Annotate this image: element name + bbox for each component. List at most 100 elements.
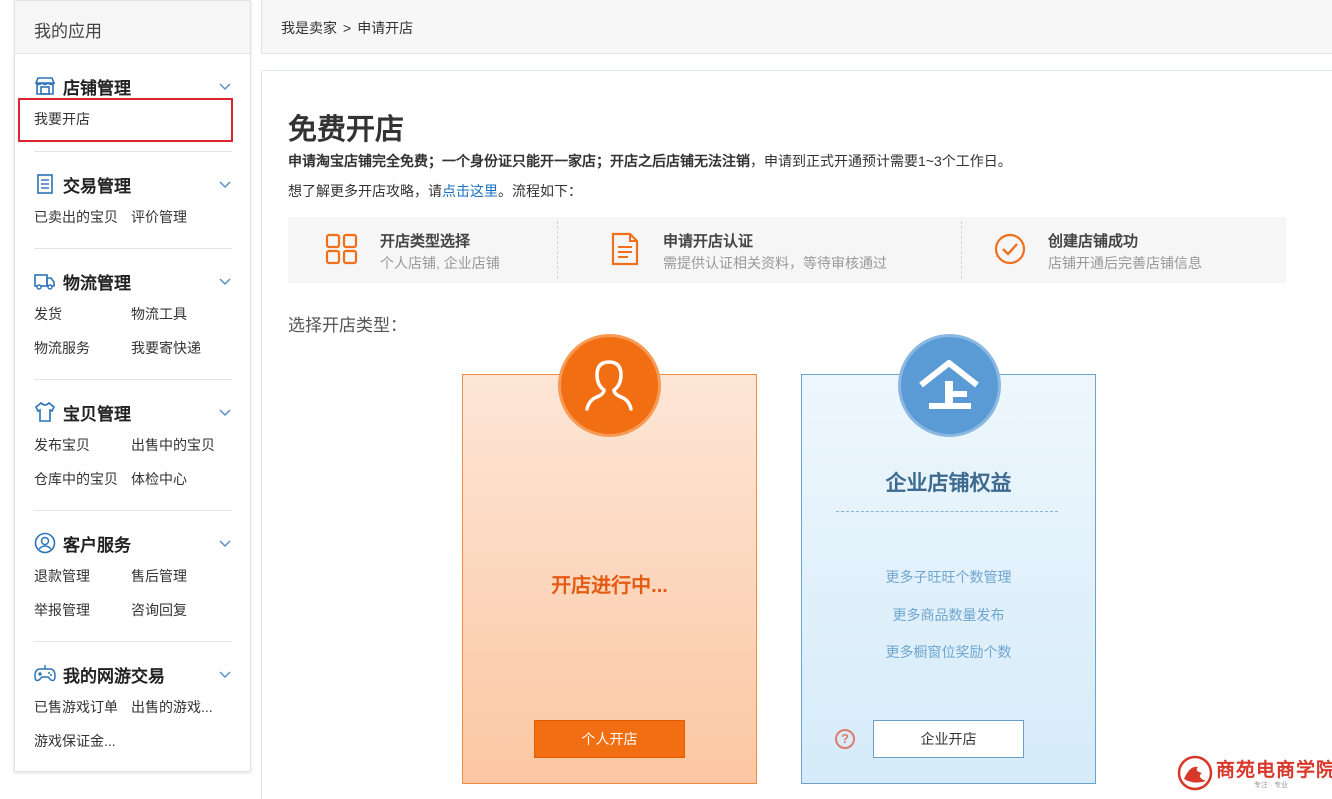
divider (34, 248, 232, 249)
chevron-down-icon[interactable] (218, 536, 232, 550)
watermark-name: 商苑电商学院 (1216, 759, 1332, 781)
store-icon (34, 77, 56, 95)
main-panel: 免费开店 申请淘宝店铺完全免费；一个身份证只能开一家店；开店之后店铺无法注销，申… (261, 70, 1332, 799)
group-header-logistics[interactable]: 物流管理 (34, 269, 232, 293)
sidebar-title: 我的应用 (15, 1, 250, 54)
document-icon (611, 232, 639, 266)
sidebar-link-send-express[interactable]: 我要寄快递 (131, 338, 201, 358)
sidebar-link-ship[interactable]: 发货 (34, 304, 62, 324)
group-header-game-trade[interactable]: 我的网游交易 (34, 662, 232, 686)
group-items: 宝贝管理 发布宝贝 出售中的宝贝 仓库中的宝贝 体检中心 (34, 400, 232, 487)
sidebar-link-checkup-center[interactable]: 体检中心 (131, 469, 187, 489)
group-game-trade: 我的网游交易 已售游戏订单 出售的游戏... 游戏保证金... (34, 662, 232, 749)
guide-link[interactable]: 点击这里 (442, 183, 498, 199)
divider (34, 379, 232, 380)
group-trade: 交易管理 已卖出的宝贝 评价管理 (34, 172, 232, 225)
personal-store-status: 开店进行中... (551, 575, 668, 597)
benefit-item: 更多子旺旺个数管理 (885, 569, 1012, 585)
intro-bold: 申请淘宝店铺完全免费；一个身份证只能开一家店；开店之后店铺无法注销 (288, 153, 750, 169)
group-title-store: 店铺管理 (63, 78, 131, 98)
step-separator (557, 221, 558, 279)
group-title-customer-service: 客户服务 (63, 535, 131, 555)
breadcrumb: 我是卖家 > 申请开店 (281, 18, 413, 38)
sidebar-link-game-orders[interactable]: 已售游戏订单 (34, 697, 118, 717)
sidebar-link-after-sales[interactable]: 售后管理 (131, 566, 187, 586)
sidebar-link-logistics-service[interactable]: 物流服务 (34, 338, 90, 358)
guide-text: 想了解更多开店攻略，请点击这里。流程如下： (288, 181, 582, 201)
sidebar-link-logistics-tools[interactable]: 物流工具 (131, 304, 187, 324)
group-header-customer-service[interactable]: 客户服务 (34, 531, 232, 555)
sidebar-link-inquiry-reply[interactable]: 咨询回复 (131, 600, 187, 620)
breadcrumb-parent[interactable]: 我是卖家 (281, 20, 337, 36)
breadcrumb-separator: > (343, 20, 352, 36)
personal-avatar-icon (558, 334, 661, 437)
group-header-store[interactable]: 店铺管理 (34, 74, 232, 98)
truck-icon (34, 274, 55, 290)
group-title-trade: 交易管理 (63, 176, 131, 196)
company-building-icon (898, 334, 1001, 437)
chevron-down-icon[interactable] (218, 79, 232, 93)
check-circle-icon (994, 233, 1026, 265)
breadcrumb-current: 申请开店 (357, 20, 414, 36)
guide-prefix: 想了解更多开店攻略，请 (288, 183, 442, 199)
benefit-item: 更多橱窗位奖励个数 (885, 644, 1012, 660)
grid-icon (325, 233, 358, 265)
group-header-trade[interactable]: 交易管理 (34, 172, 232, 196)
step-store-created: 创建店铺成功 店铺开通后完善店铺信息 (993, 217, 1273, 283)
group-store: 店铺管理 我要开店 (34, 74, 232, 127)
group-logistics: 物流管理 发货 物流工具 物流服务 我要寄快递 (34, 269, 232, 356)
sidebar-link-publish-item[interactable]: 发布宝贝 (34, 435, 90, 455)
divider (34, 151, 232, 152)
sidebar-link-items-on-sale[interactable]: 出售中的宝贝 (131, 435, 215, 455)
sidebar-link-warehouse-items[interactable]: 仓库中的宝贝 (34, 469, 118, 489)
watermark-emblem-icon (1177, 755, 1213, 791)
intro-text: 申请淘宝店铺完全免费；一个身份证只能开一家店；开店之后店铺无法注销，申请到正式开… (288, 151, 1012, 171)
help-icon[interactable]: ? (835, 729, 855, 749)
sidebar-link-reviews[interactable]: 评价管理 (131, 207, 187, 227)
sidebar-link-game-deposit[interactable]: 游戏保证金... (34, 731, 116, 751)
benefit-item: 更多商品数量发布 (892, 607, 1005, 623)
sidebar-link-games-for-sale[interactable]: 出售的游戏... (131, 697, 213, 717)
step-subtitle: 店铺开通后完善店铺信息 (1048, 255, 1202, 271)
chevron-down-icon[interactable] (218, 177, 232, 191)
watermark-tagline: 专注 · 专业 (1253, 782, 1289, 789)
store-type-label: 选择开店类型： (288, 316, 407, 335)
divider (34, 510, 232, 511)
chevron-down-icon[interactable] (218, 667, 232, 681)
guide-suffix: 。流程如下： (498, 183, 582, 199)
watermark-logo: 商苑电商学院 专注 · 专业 (1176, 753, 1332, 793)
step-type-select: 开店类型选择 个人店铺, 企业店铺 (325, 217, 565, 283)
step-separator (961, 221, 962, 279)
step-subtitle: 需提供认证相关资料，等待审核通过 (663, 255, 887, 271)
sidebar-link-reports[interactable]: 举报管理 (34, 600, 90, 620)
company-benefits-title: 企业店铺权益 (885, 472, 1012, 495)
dashed-divider (836, 511, 1058, 512)
group-title-game-trade: 我的网游交易 (63, 666, 165, 686)
group-header-items[interactable]: 宝贝管理 (34, 400, 232, 424)
group-customer-service: 客户服务 退款管理 售后管理 举报管理 咨询回复 (34, 531, 232, 618)
personal-store-button[interactable]: 个人开店 (534, 720, 685, 758)
step-title: 开店类型选择 (380, 233, 471, 250)
gamepad-icon (34, 665, 56, 682)
selected-highlight (18, 98, 233, 142)
step-title: 申请开店认证 (663, 233, 754, 250)
shirt-icon (34, 401, 56, 422)
receipt-icon (37, 174, 53, 194)
step-title: 创建店铺成功 (1048, 233, 1139, 250)
divider (34, 641, 232, 642)
process-steps: 开店类型选择 个人店铺, 企业店铺 申请开店认证 需提供认证相关资料，等待审核通… (288, 217, 1286, 283)
company-store-button[interactable]: 企业开店 (873, 720, 1024, 758)
step-certification: 申请开店认证 需提供认证相关资料，等待审核通过 (608, 217, 948, 283)
sidebar-link-sold-items[interactable]: 已卖出的宝贝 (34, 207, 118, 227)
intro-rest: ，申请到正式开通预计需要1~3个工作日。 (750, 153, 1012, 169)
step-subtitle: 个人店铺, 企业店铺 (380, 255, 500, 271)
chevron-down-icon[interactable] (218, 274, 232, 288)
group-title-items: 宝贝管理 (63, 404, 131, 424)
chevron-down-icon[interactable] (218, 405, 232, 419)
page-title: 免费开店 (288, 114, 405, 146)
top-bar: 我是卖家 > 申请开店 (261, 0, 1332, 54)
sidebar-link-refunds[interactable]: 退款管理 (34, 566, 90, 586)
group-title-logistics: 物流管理 (63, 273, 131, 293)
user-circle-icon (34, 532, 56, 554)
sidebar: 我的应用 店铺管理 我要开店 交易管理 已卖出的宝贝 评价管理 物流管理 发货 … (14, 0, 251, 772)
